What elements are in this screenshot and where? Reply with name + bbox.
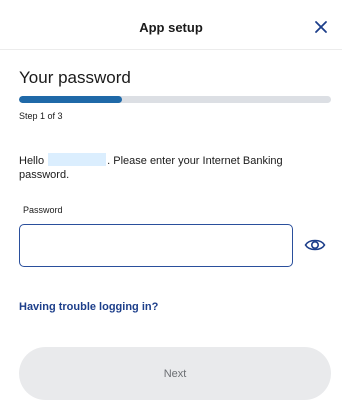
greeting-text: Hello	[19, 155, 45, 167]
step-indicator: Step 1 of 3	[19, 111, 63, 121]
progress-bar	[19, 96, 331, 103]
trouble-logging-in-link[interactable]: Having trouble logging in?	[19, 301, 158, 313]
header-title: App setup	[139, 20, 203, 35]
progress-bar-fill	[19, 96, 122, 103]
close-icon	[315, 21, 327, 33]
app-header: App setup	[0, 0, 342, 50]
show-password-button[interactable]	[302, 234, 328, 256]
eye-icon	[304, 239, 326, 251]
password-input[interactable]	[19, 224, 293, 267]
password-label: Password	[23, 205, 63, 215]
intro-text: Hello . Please enter your Internet Banki…	[19, 153, 319, 182]
next-button[interactable]: Next	[19, 347, 331, 400]
redacted-name	[48, 153, 107, 166]
close-button[interactable]	[308, 14, 334, 40]
page-title: Your password	[19, 68, 131, 87]
